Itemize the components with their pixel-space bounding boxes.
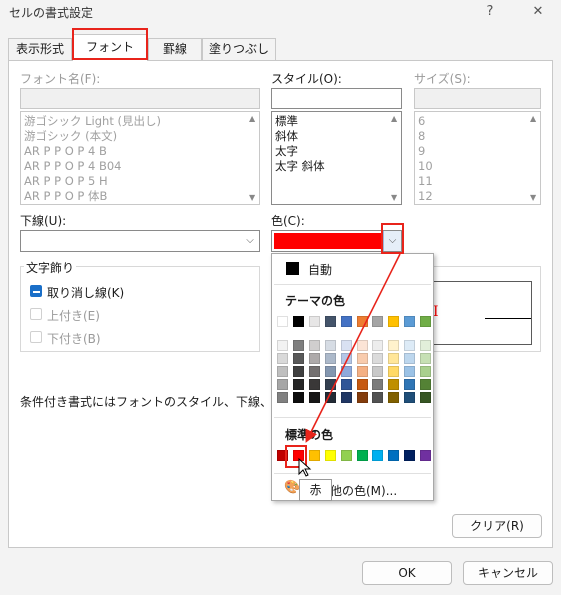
color-tooltip: 赤 [299, 479, 332, 501]
mouse-cursor-icon [298, 458, 312, 477]
annotation-arrow [305, 253, 401, 443]
